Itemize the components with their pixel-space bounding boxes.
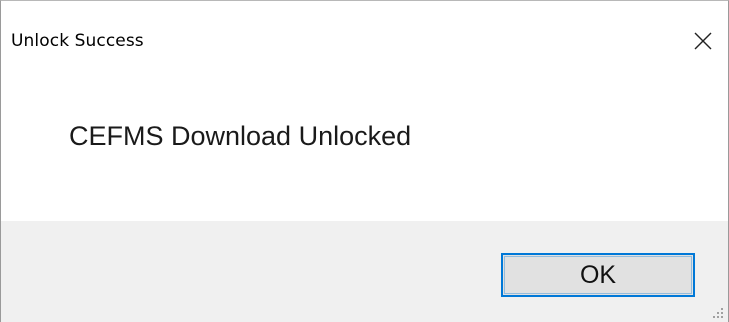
dialog-content: CEFMS Download Unlocked bbox=[1, 85, 728, 221]
message-text: CEFMS Download Unlocked bbox=[69, 121, 412, 151]
message-dialog: Unlock Success CEFMS Download Unlocked O… bbox=[0, 0, 729, 322]
button-bar: OK bbox=[1, 221, 728, 322]
close-button[interactable] bbox=[678, 15, 728, 67]
resize-grip-icon[interactable] bbox=[712, 307, 724, 319]
window-title: Unlock Success bbox=[11, 31, 144, 51]
close-icon bbox=[694, 32, 712, 50]
ok-button[interactable]: OK bbox=[501, 253, 695, 297]
title-bar: Unlock Success bbox=[1, 1, 728, 85]
